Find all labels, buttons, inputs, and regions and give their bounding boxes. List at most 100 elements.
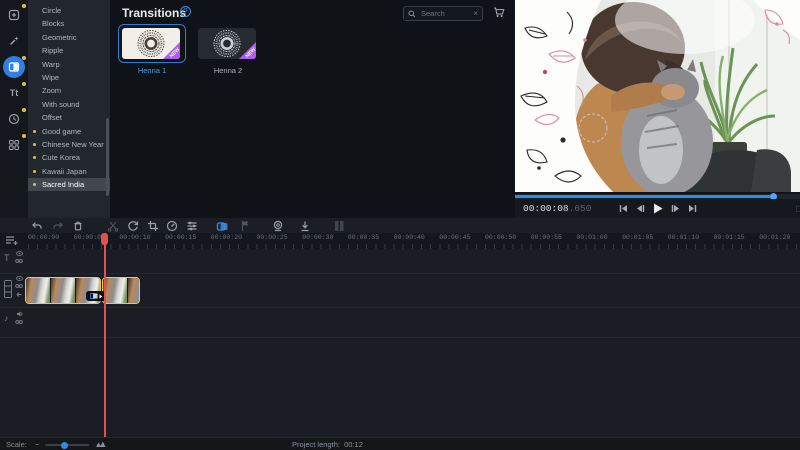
player-control-bar: 00:00:08.650 ⬚ bbox=[515, 199, 800, 218]
video-track-header bbox=[0, 276, 25, 306]
play-icon[interactable] bbox=[653, 203, 663, 214]
category-item[interactable]: With sound bbox=[28, 98, 110, 111]
transition-name: Henna 1 bbox=[118, 66, 186, 75]
audio-track-icon: ♪ bbox=[4, 313, 9, 323]
playhead-handle[interactable] bbox=[101, 233, 108, 245]
category-label: Cute Korea bbox=[42, 153, 80, 162]
transitions-icon bbox=[8, 61, 20, 73]
link-icon[interactable] bbox=[15, 284, 23, 288]
store-cart-icon[interactable] bbox=[493, 7, 505, 18]
category-label: Sacred India bbox=[42, 180, 84, 189]
category-item[interactable]: Kawaii Japan bbox=[28, 165, 110, 178]
scale-slider[interactable] bbox=[45, 444, 89, 446]
crop-icon[interactable] bbox=[146, 219, 160, 233]
import-media-icon bbox=[8, 9, 20, 21]
scale-label: Scale: bbox=[6, 440, 27, 449]
ruler-label: 00:00:30 bbox=[302, 234, 333, 241]
category-item[interactable]: Good game bbox=[28, 125, 110, 138]
titles-button[interactable]: Tt bbox=[3, 82, 25, 104]
category-item[interactable]: Chinese New Year bbox=[28, 138, 110, 151]
record-video-icon[interactable] bbox=[271, 219, 285, 233]
filters-button[interactable] bbox=[3, 30, 25, 52]
video-clip[interactable] bbox=[102, 277, 140, 304]
help-icon[interactable]: ? bbox=[180, 6, 191, 17]
speaker-icon[interactable] bbox=[16, 311, 23, 317]
star-dot-icon bbox=[33, 143, 36, 146]
link-icon[interactable] bbox=[15, 259, 23, 263]
delete-icon[interactable] bbox=[71, 219, 85, 233]
ruler-label: 00:01:15 bbox=[714, 234, 745, 241]
undo-icon[interactable] bbox=[30, 219, 44, 233]
eye-icon[interactable] bbox=[16, 251, 23, 256]
title-track-header: T bbox=[0, 251, 25, 273]
link-icon[interactable] bbox=[15, 320, 23, 324]
ruler-label: 00:01:20 bbox=[759, 234, 790, 241]
search-icon bbox=[408, 10, 416, 18]
import-media-button[interactable] bbox=[3, 4, 25, 26]
fullscreen-icon[interactable]: ⬚ bbox=[795, 204, 800, 213]
ruler-label: 00:01:10 bbox=[668, 234, 699, 241]
skip-end-icon[interactable] bbox=[688, 204, 697, 213]
zoom-out-icon[interactable]: − bbox=[35, 440, 39, 449]
clip-transition-badge[interactable] bbox=[86, 291, 106, 301]
clear-search-icon[interactable]: × bbox=[473, 10, 478, 18]
more-tools-button[interactable] bbox=[3, 134, 25, 156]
star-dot-icon bbox=[33, 130, 36, 133]
track-menu-icon[interactable] bbox=[5, 235, 18, 246]
transition-wizard-icon[interactable] bbox=[215, 219, 229, 233]
category-item[interactable]: Wipe bbox=[28, 71, 110, 84]
category-item[interactable]: Blocks bbox=[28, 17, 110, 30]
preview-video[interactable] bbox=[515, 0, 800, 192]
ruler-label: 00:00:35 bbox=[348, 234, 379, 241]
transition-card[interactable]: NEW Henna 2 bbox=[194, 24, 262, 75]
audio-track-header: ♪ bbox=[0, 311, 25, 335]
title-track-icon: T bbox=[4, 253, 10, 263]
category-item[interactable]: Warp bbox=[28, 58, 110, 71]
category-item[interactable]: Ripple bbox=[28, 44, 110, 57]
ruler-label: 00:00:00 bbox=[28, 234, 59, 241]
notification-dot bbox=[22, 4, 26, 8]
next-frame-icon[interactable] bbox=[671, 204, 680, 213]
notification-dot bbox=[22, 56, 26, 60]
zoom-max-icon[interactable] bbox=[96, 441, 106, 447]
transition-name: Henna 2 bbox=[194, 66, 262, 75]
split-icon[interactable] bbox=[106, 219, 120, 233]
clock-icon bbox=[8, 113, 20, 125]
category-item[interactable]: Sacred India bbox=[28, 178, 110, 191]
category-item[interactable]: Zoom bbox=[28, 84, 110, 97]
category-item[interactable]: Circle bbox=[28, 4, 110, 17]
magic-wand-icon bbox=[8, 35, 20, 47]
speed-icon[interactable] bbox=[165, 219, 179, 233]
tracks-icon[interactable] bbox=[333, 219, 347, 233]
search-input[interactable] bbox=[419, 8, 470, 19]
properties-icon[interactable] bbox=[185, 219, 199, 233]
playhead-line[interactable] bbox=[104, 233, 106, 437]
category-item[interactable]: Offset bbox=[28, 111, 110, 124]
category-item[interactable]: Geometric bbox=[28, 31, 110, 44]
skip-start-icon[interactable] bbox=[619, 204, 628, 213]
transition-thumbnail: NEW bbox=[122, 28, 180, 59]
transition-category-sidebar: Circle Blocks Geometric Ripple Warp Wipe bbox=[28, 0, 110, 218]
eye-icon[interactable] bbox=[16, 276, 23, 281]
transition-card[interactable]: NEW Henna 1 bbox=[118, 24, 186, 75]
category-label: Geometric bbox=[42, 33, 77, 42]
ruler-label: 00:00:10 bbox=[119, 234, 150, 241]
marker-icon[interactable] bbox=[238, 219, 252, 233]
arrow-icon[interactable] bbox=[16, 291, 23, 298]
redo-icon[interactable] bbox=[51, 219, 65, 233]
scale-slider-handle[interactable] bbox=[61, 442, 68, 449]
ruler-label: 00:00:50 bbox=[485, 234, 516, 241]
notification-dot bbox=[22, 134, 26, 138]
timeline-ruler[interactable]: 00:00:0000:00:0500:00:1000:00:1500:00:20… bbox=[0, 233, 800, 249]
video-track-icon bbox=[4, 280, 12, 298]
sidebar-scrollbar[interactable] bbox=[106, 118, 109, 196]
duration-button[interactable] bbox=[3, 108, 25, 130]
category-label: Blocks bbox=[42, 19, 64, 28]
transitions-button[interactable] bbox=[3, 56, 25, 78]
prev-frame-icon[interactable] bbox=[636, 204, 645, 213]
category-item[interactable]: Cute Korea bbox=[28, 151, 110, 164]
category-label: Circle bbox=[42, 6, 61, 15]
rotate-icon[interactable] bbox=[126, 219, 140, 233]
star-dot-icon bbox=[33, 156, 36, 159]
record-audio-icon[interactable] bbox=[298, 219, 312, 233]
